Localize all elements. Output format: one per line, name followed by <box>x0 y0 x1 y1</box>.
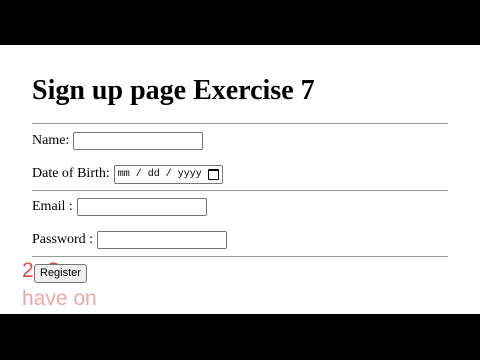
dob-date-input[interactable]: mm / dd / yyyy <box>113 164 223 184</box>
email-row: Email : <box>32 196 207 218</box>
name-row: Name: <box>32 130 204 152</box>
email-input[interactable] <box>76 198 207 216</box>
page-title: Sign up page Exercise 7 <box>32 75 315 106</box>
dob-placeholder: mm / dd / yyyy <box>117 168 202 180</box>
password-label: Password : <box>32 232 94 247</box>
name-input[interactable] <box>73 132 204 150</box>
overlay-caption-line2: have on <box>22 287 97 310</box>
dob-row: Date of Birth: mm / dd / yyyy <box>32 163 223 185</box>
email-label: Email : <box>32 199 73 214</box>
register-button[interactable]: Register <box>34 264 87 283</box>
calendar-icon[interactable] <box>207 168 219 180</box>
dob-label: Date of Birth: <box>32 166 110 181</box>
password-row: Password : <box>32 229 228 251</box>
name-label: Name: <box>32 133 70 148</box>
divider <box>32 123 448 124</box>
browser-page: Sign up page Exercise 7 Name: Date of Bi… <box>0 45 480 314</box>
video-frame: Sign up page Exercise 7 Name: Date of Bi… <box>0 0 480 360</box>
divider <box>32 190 448 191</box>
password-input[interactable] <box>97 231 228 249</box>
divider <box>32 256 448 257</box>
